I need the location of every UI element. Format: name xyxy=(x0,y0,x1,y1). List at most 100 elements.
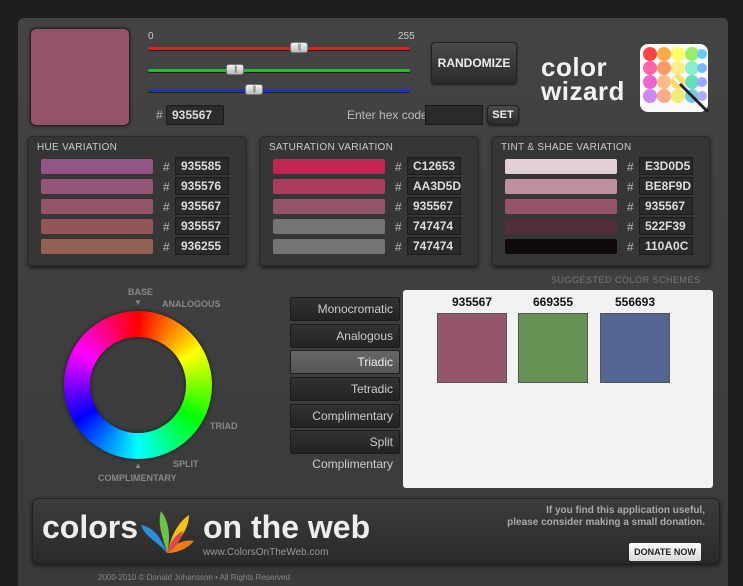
hash-label: # xyxy=(627,220,634,234)
saturation-swatch[interactable] xyxy=(273,179,385,194)
scheme-result-code: 669355 xyxy=(532,295,574,309)
scheme-result-panel: 935567 669355 556693 xyxy=(403,290,713,488)
hue-code: 936255 xyxy=(175,237,229,255)
hex-code-input[interactable] xyxy=(425,105,483,125)
hue-swatch[interactable] xyxy=(41,179,153,194)
hex-entry-label: Enter hex code: xyxy=(347,108,432,122)
saturation-swatch[interactable] xyxy=(273,219,385,234)
complimentary-marker-icon: ▲ xyxy=(134,461,142,470)
saturation-variation-panel: SATURATION VARIATION # C12653 # AA3D5D #… xyxy=(260,136,478,266)
tint-shade-code: 110A0C xyxy=(639,237,693,255)
current-hex-hash: # xyxy=(156,108,163,122)
scheme-result-code: 556693 xyxy=(614,295,656,309)
donation-line-1: If you find this application useful, xyxy=(546,505,705,516)
scheme-button-triadic[interactable]: Triadic xyxy=(290,350,400,374)
tint-shade-code: E3D0D5 xyxy=(639,157,693,175)
hash-label: # xyxy=(395,160,402,174)
hash-label: # xyxy=(163,220,170,234)
wheel-label-base: BASE xyxy=(128,287,154,297)
hue-variation-panel: HUE VARIATION # 935585 # 935576 # 935567… xyxy=(28,136,246,266)
hash-label: # xyxy=(163,240,170,254)
banner-word-colors: colors xyxy=(42,509,139,545)
logo-word-wizard: wizard xyxy=(541,76,625,106)
panel-title: TINT & SHADE VARIATION xyxy=(501,142,632,153)
slider-min-label: 0 xyxy=(148,31,154,42)
saturation-code: AA3D5D xyxy=(407,177,461,195)
hash-label: # xyxy=(163,180,170,194)
saturation-swatch[interactable] xyxy=(273,239,385,254)
tint-shade-swatch[interactable] xyxy=(505,159,617,174)
hash-label: # xyxy=(627,180,634,194)
hash-label: # xyxy=(163,160,170,174)
green-slider-thumb[interactable]: ||| xyxy=(226,64,245,75)
set-button[interactable]: SET xyxy=(487,105,519,125)
slider-max-label: 255 xyxy=(398,31,415,42)
tint-shade-swatch[interactable] xyxy=(505,179,617,194)
hash-label: # xyxy=(395,200,402,214)
hue-swatch[interactable] xyxy=(41,159,153,174)
copyright-footer: 2000-2010 © Donald Johansson • All Right… xyxy=(98,573,290,582)
tint-shade-swatch[interactable] xyxy=(505,219,617,234)
color-wizard-app: 0 255 ||| ||| ||| # 935567 RANDOMIZE Ent… xyxy=(18,18,728,586)
scheme-button-split-complimentary[interactable]: Split Complimentary xyxy=(290,430,400,471)
tint-shade-swatch[interactable] xyxy=(505,199,617,214)
hash-label: # xyxy=(395,240,402,254)
tint-shade-code: 935567 xyxy=(639,197,693,215)
scheme-result-code: 935567 xyxy=(451,295,493,309)
hue-swatch[interactable] xyxy=(41,239,153,254)
scheme-button-complimentary[interactable]: Complimentary xyxy=(290,404,400,428)
hue-code: 935557 xyxy=(175,217,229,235)
color-wheel[interactable] xyxy=(64,311,212,459)
color-wheel-center xyxy=(90,337,186,433)
scheme-button-tetradic[interactable]: Tetradic xyxy=(290,377,400,401)
banner-url[interactable]: www.ColorsOnTheWeb.com xyxy=(203,547,328,558)
scheme-button-monocromatic[interactable]: Monocromatic xyxy=(290,297,400,321)
hash-label: # xyxy=(627,160,634,174)
hue-code: 935585 xyxy=(175,157,229,175)
wheel-label-split: SPLIT xyxy=(173,459,199,469)
saturation-swatch[interactable] xyxy=(273,199,385,214)
hue-code: 935576 xyxy=(175,177,229,195)
donate-now-button[interactable]: DONATE NOW xyxy=(629,543,701,561)
hash-label: # xyxy=(395,220,402,234)
hue-swatch[interactable] xyxy=(41,199,153,214)
suggested-schemes-title: SUGGESTED COLOR SCHEMES xyxy=(551,275,701,285)
scheme-result-swatch[interactable] xyxy=(600,313,670,383)
randomize-button[interactable]: RANDOMIZE xyxy=(431,42,517,84)
hash-label: # xyxy=(395,180,402,194)
wheel-label-triad: TRIAD xyxy=(210,421,238,431)
red-slider-track[interactable] xyxy=(148,47,410,50)
red-slider-thumb[interactable]: ||| xyxy=(290,42,309,53)
hash-label: # xyxy=(627,240,634,254)
banner-word-on-the-web: on the web xyxy=(203,509,371,545)
scheme-result-swatch[interactable] xyxy=(437,313,507,383)
saturation-swatch[interactable] xyxy=(273,159,385,174)
saturation-code: 747474 xyxy=(407,237,461,255)
colors-on-the-web-banner[interactable]: colors on the web www.ColorsOnTheWeb.com… xyxy=(32,498,720,564)
panel-title: SATURATION VARIATION xyxy=(269,142,394,153)
tint-shade-code: BE8F9D xyxy=(639,177,693,195)
scheme-result-swatch[interactable] xyxy=(518,313,588,383)
hash-label: # xyxy=(627,200,634,214)
color-wizard-logo-icon xyxy=(638,42,710,114)
tint-shade-code: 522F39 xyxy=(639,217,693,235)
saturation-code: 935567 xyxy=(407,197,461,215)
base-marker-icon: ▼ xyxy=(134,298,142,307)
tint-shade-swatch[interactable] xyxy=(505,239,617,254)
blue-slider-thumb[interactable]: ||| xyxy=(244,84,263,95)
tint-shade-variation-panel: TINT & SHADE VARIATION # E3D0D5 # BE8F9D… xyxy=(492,136,710,266)
current-color-preview xyxy=(30,28,130,126)
saturation-code: 747474 xyxy=(407,217,461,235)
colors-on-the-web-logo-icon xyxy=(139,507,195,559)
saturation-code: C12653 xyxy=(407,157,461,175)
blue-slider-track[interactable] xyxy=(148,89,410,92)
hue-code: 935567 xyxy=(175,197,229,215)
green-slider-track[interactable] xyxy=(148,69,410,72)
panel-title: HUE VARIATION xyxy=(37,142,118,153)
current-hex-value: 935567 xyxy=(166,105,224,125)
donation-line-2: please consider making a small donation. xyxy=(507,517,705,528)
wheel-label-analogous: ANALOGOUS xyxy=(162,299,221,309)
hash-label: # xyxy=(163,200,170,214)
hue-swatch[interactable] xyxy=(41,219,153,234)
scheme-button-analogous[interactable]: Analogous xyxy=(290,324,400,348)
